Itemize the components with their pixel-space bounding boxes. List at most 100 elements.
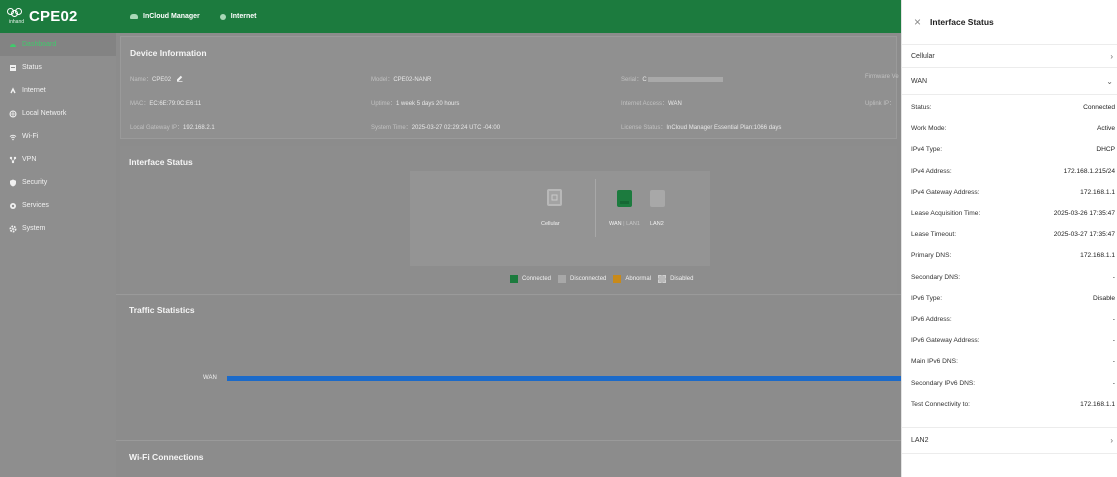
nav-item-internet[interactable]: Internet [0,79,116,102]
traffic-wan-label: WAN [203,375,217,381]
detail-key: Secondary DNS: [911,273,961,281]
chevron-down-icon: ⌄ [1106,76,1113,86]
legend-abnormal: Abnormal [613,275,651,283]
legend-connected: Connected [510,275,551,283]
detail-value: Connected [1083,104,1115,112]
chevron-right-icon: › [1110,51,1113,61]
nav-label: System [22,225,46,232]
internet-label: Internet [230,13,257,20]
traffic-statistics-title: Traffic Statistics [129,305,195,315]
local-network-icon [9,110,17,118]
lan2-section-toggle[interactable]: LAN2 › [902,426,1117,454]
wan-port[interactable] [617,190,632,207]
detail-value: - [1112,337,1115,345]
nav-item-system[interactable]: System [0,217,116,240]
device-name-field: Name：CPE02 [130,74,183,84]
close-icon[interactable]: × [914,16,921,28]
nav-label: Status [22,64,42,71]
detail-row: IPv6 Gateway Address: - [902,330,1117,351]
globe-icon [219,13,226,20]
local-gateway-value: 192.168.2.1 [183,125,215,131]
nav-item-local-network[interactable]: Local Network [0,102,116,125]
detail-row: IPv6 Type: Disable [902,288,1117,309]
detail-value: - [1112,315,1115,323]
nav-item-dashboard[interactable]: Dashboard [0,33,116,56]
dashboard-icon [9,41,17,49]
nav-label: VPN [22,156,37,163]
wan-section-label: WAN [911,77,928,85]
detail-row: Lease Timeout: 2025-03-27 17:35:47 [902,224,1117,245]
system-icon [9,225,17,233]
services-icon [9,202,17,210]
nav-menu: Dashboard Status Internet Local Network … [0,33,116,240]
nav-label: Wi-Fi [22,133,39,140]
local-gateway-field: Local Gateway IP：192.168.2.1 [130,122,215,131]
detail-key: Primary DNS: [911,252,952,260]
incloud-manager-status[interactable]: InCloud Manager [130,13,200,20]
mac-label: MAC： [130,101,150,107]
logo[interactable]: inhand CPE02 [0,0,116,33]
device-information-title: Device Information [130,48,207,58]
nav-item-vpn[interactable]: VPN [0,148,116,171]
wan-section-toggle[interactable]: WAN ⌄ [902,67,1117,94]
nav-item-wifi[interactable]: Wi-Fi [0,125,116,148]
detail-row: Work Mode: Active [902,118,1117,139]
detail-value: - [1112,379,1115,387]
detail-row: Status: Connected [902,97,1117,118]
lan1-label: LAN1 [626,221,640,227]
cellular-section-label: Cellular [911,52,935,60]
nav-item-services[interactable]: Services [0,194,116,217]
nav-label: Local Network [22,110,67,117]
detail-row: Lease Acquisition Time: 2025-03-26 17:35:… [902,203,1117,224]
wifi-divider [116,440,901,441]
detail-key: IPv6 Gateway Address: [911,337,980,345]
detail-key: Lease Timeout: [911,231,957,239]
detail-row: IPv4 Type: DHCP [902,139,1117,160]
model-label: Model： [371,77,394,83]
device-name: CPE02 [29,8,78,25]
wifi-connections-title: Wi-Fi Connections [129,452,204,462]
traffic-divider [116,294,901,295]
detail-value: 2025-03-26 17:35:47 [1053,210,1115,218]
wan-details: Status: Connected Work Mode: Active IPv4 T… [902,94,1117,415]
detail-value: 172.168.1.1 [1080,400,1115,408]
legend-connected-label: Connected [522,276,552,282]
legend-disabled: Disabled [658,275,693,283]
license-status-value: InCloud Manager Essential Plan:1066 days [666,125,782,131]
detail-key: IPv6 Address: [911,315,952,323]
wan-label: WAN [609,221,622,227]
uptime-value: 1 week 5 days 20 hours [396,101,460,107]
detail-value: 2025-03-27 17:35:47 [1053,231,1115,239]
internet-status[interactable]: Internet [219,13,257,20]
lan2-port[interactable] [650,190,665,207]
drawer-title: Interface Status [930,17,994,27]
internet-icon [9,86,17,95]
legend-disabled-label: Disabled [670,276,694,282]
nav-label: Security [22,179,48,186]
serial-field: Serial：C [621,74,724,83]
sidebar: inhand CPE02 Dashboard Status Internet L… [0,0,116,477]
detail-key: IPv4 Address: [911,167,952,175]
cellular-port[interactable] [547,189,562,206]
nav-item-status[interactable]: Status [0,56,116,79]
edit-name-icon[interactable] [176,75,183,84]
logo-brand: inhand [8,19,24,25]
uplink-ip-field: Uplink IP： [865,98,895,107]
detail-value: Disable [1093,294,1115,302]
wifi-icon [9,133,17,141]
cellular-port-label: Cellular [541,221,560,227]
cellular-section-toggle[interactable]: Cellular › [902,44,1117,67]
internet-access-value: WAN [668,101,682,107]
model-value: CPE02-NANR [393,77,432,83]
nav-item-security[interactable]: Security [0,171,116,194]
lan2-section-label: LAN2 [911,436,929,444]
traffic-wan-bar[interactable] [227,376,901,381]
detail-row: Secondary DNS: - [902,267,1117,288]
nav-label: Dashboard [22,41,57,48]
legend-disconnected-label: Disconnected [570,276,607,282]
inhand-logo-icon [7,8,23,20]
detail-row: IPv6 Address: - [902,309,1117,330]
uptime-label: Uptime： [371,101,397,107]
detail-value: Active [1097,125,1115,133]
detail-value: DHCP [1096,146,1115,154]
